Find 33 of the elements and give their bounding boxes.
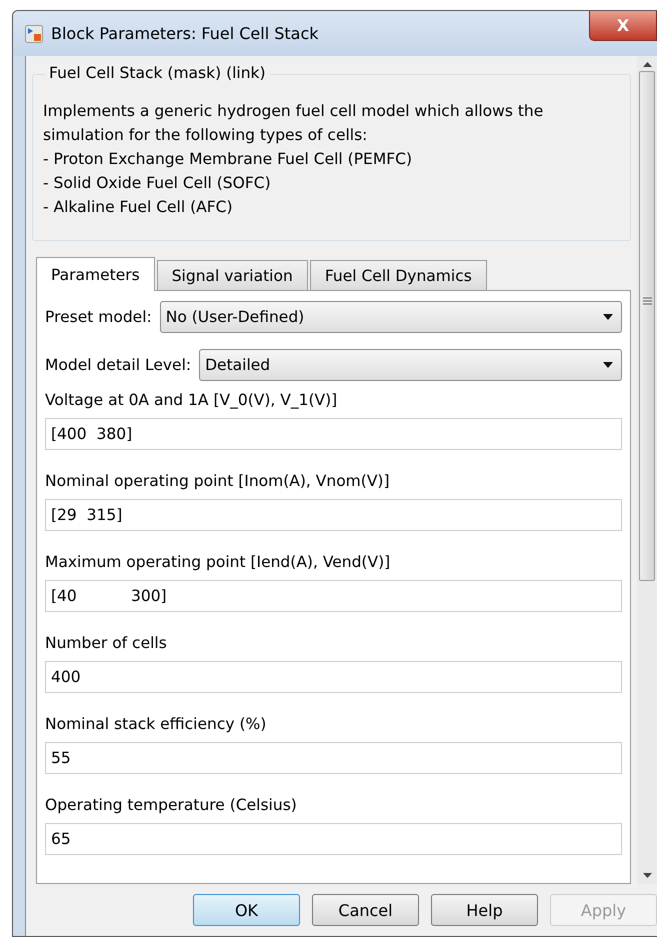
caret-icon [603, 314, 613, 320]
field-label: Operating temperature (Celsius) [45, 796, 298, 814]
dialog-button[interactable]: Cancel [312, 894, 419, 926]
scrollbar[interactable] [637, 56, 657, 884]
grip-icon [642, 297, 652, 305]
input-field[interactable]: 55 [45, 742, 622, 774]
dialog-button[interactable]: OK [193, 894, 300, 926]
input-field[interactable]: [29 315] [45, 499, 622, 531]
input-field[interactable]: [40 300] [45, 580, 622, 612]
dropdown[interactable]: Detailed [199, 349, 622, 381]
scroll-down-icon [642, 873, 652, 878]
input-field[interactable]: 65 [45, 823, 622, 855]
description-text: Implements a generic hydrogen fuel cell model which allows the simulation for the following types of cells: - Proton Exchange Membrane Fuel Cell (PEMFC) - Solid Oxide Fuel Cell (SOFC) - Alkaline Fuel Cell (AFC) [43, 101, 544, 218]
panel-title: Fuel Cell Stack (mask) (link) [45, 64, 270, 82]
scroll-up-icon [642, 62, 652, 67]
dialog-button[interactable]: Help [431, 894, 538, 926]
window-title: Block Parameters: Fuel Cell Stack [51, 24, 319, 43]
caret-icon [603, 362, 613, 368]
scroll-thumb[interactable] [639, 71, 655, 581]
tab[interactable]: Fuel Cell Dynamics [310, 260, 487, 290]
field-label: Number of cells [45, 634, 168, 652]
input-field[interactable]: [400 380] [45, 418, 622, 450]
tab[interactable]: Parameters [36, 257, 155, 291]
field-label: Maximum operating point [Iend(A), Vend(V)] [45, 553, 392, 571]
field-label: Voltage at 0A and 1A [V_0(V), V_1(V)] [45, 391, 338, 409]
field-label: Model detail Level: [45, 356, 192, 374]
field-label: Nominal stack efficiency (%) [45, 715, 268, 733]
tab[interactable]: Signal variation [156, 260, 308, 290]
dropdown[interactable]: No (User-Defined) [160, 301, 622, 333]
field-label: Nominal operating point [Inom(A), Vnom(V)] [45, 472, 391, 490]
block-icon [25, 24, 43, 42]
input-field[interactable]: 400 [45, 661, 622, 693]
field-label: Preset model: [45, 308, 152, 326]
